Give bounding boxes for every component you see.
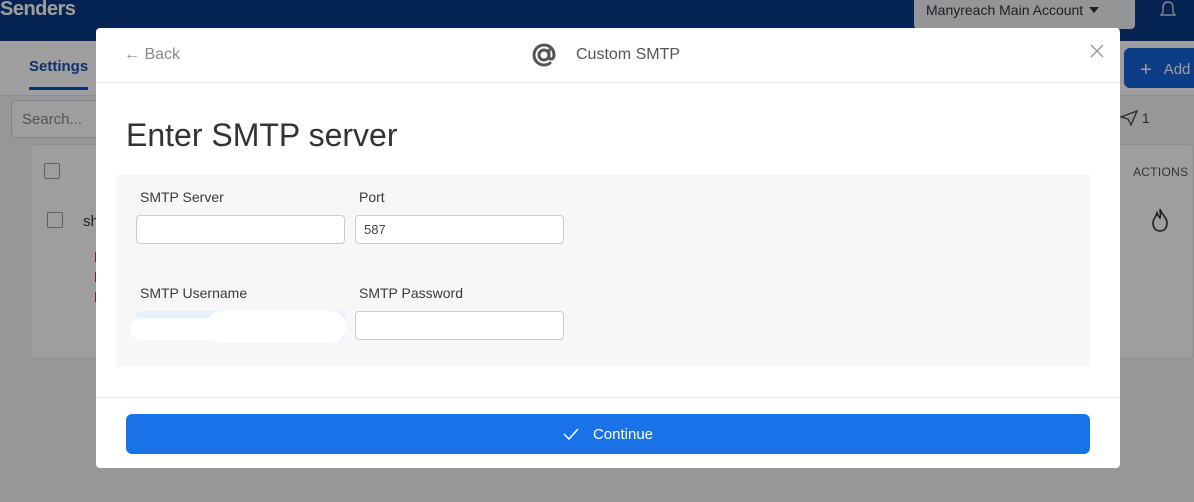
custom-smtp-modal: ← Back Custom SMTP Enter SMTP server SMT… — [96, 28, 1120, 468]
close-icon[interactable] — [1089, 43, 1105, 59]
smtp-server-label: SMTP Server — [140, 189, 224, 205]
continue-button[interactable]: Continue — [126, 414, 1090, 454]
smtp-password-input[interactable] — [355, 311, 564, 340]
smtp-server-input[interactable] — [136, 215, 345, 244]
page-heading: Enter SMTP server — [126, 117, 398, 153]
modal-footer: Continue — [96, 397, 1120, 468]
at-sign-icon — [532, 43, 556, 67]
port-label: Port — [359, 189, 385, 205]
smtp-username-label: SMTP Username — [140, 285, 248, 301]
redaction — [206, 311, 346, 343]
smtp-form: SMTP Server Port SMTP Username SMTP Pass… — [116, 175, 1090, 367]
check-icon — [563, 428, 579, 441]
modal-header: ← Back Custom SMTP — [96, 28, 1120, 83]
back-link[interactable]: ← Back — [124, 46, 180, 64]
modal-title: Custom SMTP — [576, 46, 681, 63]
continue-label: Continue — [592, 425, 654, 443]
smtp-password-label: SMTP Password — [359, 285, 463, 301]
port-input[interactable] — [355, 215, 564, 244]
